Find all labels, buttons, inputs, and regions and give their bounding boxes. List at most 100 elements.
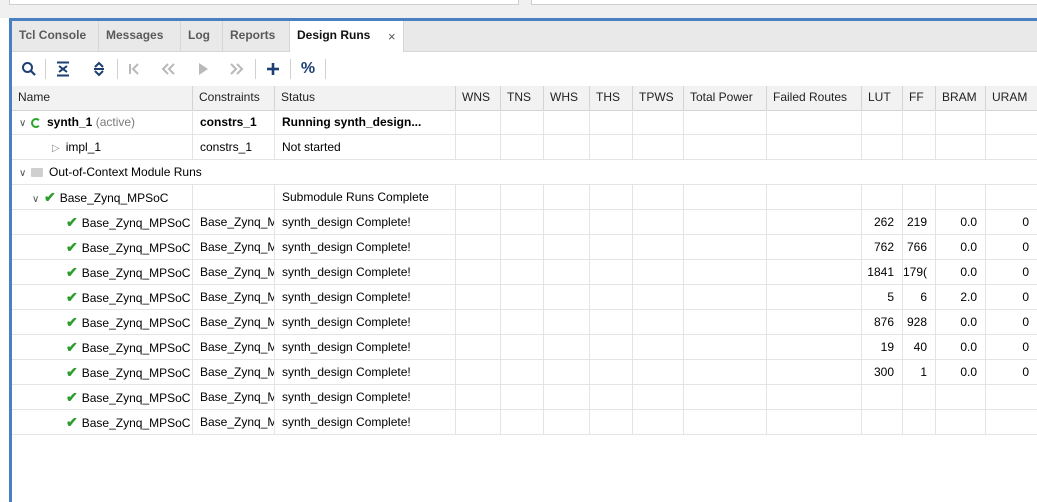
table-row-sub-run[interactable]: ✔ Base_Zynq_MPSoC Base_Zynq_M synth_design … xyxy=(12,335,1037,360)
column-header-whs[interactable]: WHS xyxy=(544,86,590,110)
ths-cell xyxy=(590,335,633,359)
ths-cell xyxy=(590,185,633,209)
whs-cell xyxy=(544,310,590,334)
table-row-sub-run[interactable]: ✔ Base_Zynq_MPSoC Base_Zynq_M synth_design … xyxy=(12,360,1037,385)
percent-icon[interactable]: % xyxy=(297,58,319,80)
column-header-lut[interactable]: LUT xyxy=(862,86,903,110)
collapse-all-icon[interactable] xyxy=(52,58,74,80)
ff-cell xyxy=(903,410,936,434)
tns-cell xyxy=(501,360,544,384)
run-name: Base_Zynq_MPSoC xyxy=(81,416,191,430)
failed-routes-cell xyxy=(767,135,862,159)
tab-log[interactable]: Log xyxy=(181,21,223,51)
ff-cell: 6 xyxy=(903,285,936,309)
lut-cell: 876 xyxy=(862,310,903,334)
table-row-sub-run[interactable]: ✔ Base_Zynq_MPSoC Base_Zynq_M synth_design … xyxy=(12,285,1037,310)
failed-routes-cell xyxy=(767,285,862,309)
table-row-sub-run[interactable]: ✔ Base_Zynq_MPSoC Base_Zynq_M synth_design … xyxy=(12,385,1037,410)
uram-cell xyxy=(986,110,1037,134)
bram-cell xyxy=(936,185,986,209)
column-header-wns[interactable]: WNS xyxy=(456,86,501,110)
column-header-constraints[interactable]: Constraints xyxy=(193,86,275,110)
expand-all-icon[interactable] xyxy=(88,58,110,80)
first-icon[interactable] xyxy=(123,58,145,80)
tab-messages[interactable]: Messages xyxy=(99,21,181,51)
total-power-cell xyxy=(684,285,767,309)
bram-cell: 0.0 xyxy=(936,235,986,259)
ths-cell xyxy=(590,135,633,159)
column-header-name[interactable]: Name xyxy=(12,86,193,110)
chevron-down-icon[interactable]: ∨ xyxy=(19,112,31,134)
table-row-parent[interactable]: ∨ ✔ Base_Zynq_MPSoC Submodule Runs Complet… xyxy=(12,185,1037,210)
column-header-ths[interactable]: THS xyxy=(590,86,633,110)
uram-cell: 0 xyxy=(1022,340,1029,354)
bram-cell: 2.0 xyxy=(936,285,986,309)
bram-cell: 0.0 xyxy=(936,260,986,284)
column-header-tpws[interactable]: TPWS xyxy=(633,86,684,110)
close-tab-icon[interactable]: × xyxy=(388,29,396,44)
previous-icon[interactable] xyxy=(157,58,179,80)
play-icon: ▷ xyxy=(52,143,60,154)
tab-tcl-console[interactable]: Tcl Console xyxy=(12,21,99,51)
column-header-ff[interactable]: FF xyxy=(903,86,936,110)
tns-cell xyxy=(501,260,544,284)
tab-design-runs[interactable]: Design Runs xyxy=(290,21,404,52)
constraints-cell: Base_Zynq_M xyxy=(193,310,275,334)
run-name: Base_Zynq_MPSoC xyxy=(81,366,191,380)
run-name: Base_Zynq_MPSoC xyxy=(81,316,191,330)
check-icon: ✔ xyxy=(66,239,78,255)
toolbar-separator xyxy=(255,59,256,79)
search-icon[interactable] xyxy=(18,58,40,80)
lut-cell: 1841 xyxy=(862,260,903,284)
uram-cell: 0 xyxy=(1022,240,1029,254)
toolbar-separator xyxy=(45,59,46,79)
table-row-sub-run[interactable]: ✔ Base_Zynq_MPSoC Base_Zynq_M synth_design … xyxy=(12,310,1037,335)
check-icon: ✔ xyxy=(66,214,78,230)
table-row-sub-run[interactable]: ✔ Base_Zynq_MPSoC Base_Zynq_M synth_design … xyxy=(12,260,1037,285)
total-power-cell xyxy=(684,135,767,159)
column-header-failed-routes[interactable]: Failed Routes xyxy=(767,86,862,110)
whs-cell xyxy=(544,285,590,309)
whs-cell xyxy=(544,360,590,384)
total-power-cell xyxy=(684,410,767,434)
tab-reports[interactable]: Reports xyxy=(223,21,290,51)
check-icon: ✔ xyxy=(66,364,78,380)
column-header-uram[interactable]: URAM xyxy=(986,86,1037,110)
lut-cell xyxy=(862,185,903,209)
chevron-down-icon[interactable]: ∨ xyxy=(32,188,44,209)
failed-routes-cell xyxy=(767,410,862,434)
tns-cell xyxy=(501,335,544,359)
table-row-sub-run[interactable]: ✔ Base_Zynq_MPSoC Base_Zynq_M synth_design … xyxy=(12,410,1037,435)
upper-left-panel xyxy=(9,0,519,5)
column-header-total-power[interactable]: Total Power xyxy=(684,86,767,110)
ff-cell: 40 xyxy=(903,335,936,359)
uram-cell: 0 xyxy=(1022,215,1029,229)
table-row-sub-run[interactable]: ✔ Base_Zynq_MPSoC Base_Zynq_M synth_design … xyxy=(12,235,1037,260)
tns-cell xyxy=(501,410,544,434)
uram-cell: 0 xyxy=(1022,290,1029,304)
name-cell: ∨ ✔ Base_Zynq_MPSoC xyxy=(12,185,193,209)
column-header-tns[interactable]: TNS xyxy=(501,86,544,110)
whs-cell xyxy=(544,135,590,159)
column-header-status[interactable]: Status xyxy=(275,86,456,110)
run-name: Base_Zynq_MPSoC xyxy=(81,266,191,280)
table-row-sub-run[interactable]: ✔ Base_Zynq_MPSoC Base_Zynq_M synth_design … xyxy=(12,210,1037,235)
status-cell: synth_design Complete! xyxy=(275,410,456,434)
whs-cell xyxy=(544,185,590,209)
bram-cell xyxy=(936,110,986,134)
table-row-synth-1[interactable]: ∨ synth_1 (active) constrs_1 Running synt… xyxy=(12,110,1037,135)
wns-cell xyxy=(456,335,501,359)
table-row-impl-1[interactable]: ▷ impl_1 constrs_1 Not started xyxy=(12,135,1037,160)
ths-cell xyxy=(590,360,633,384)
column-header-bram[interactable]: BRAM xyxy=(936,86,986,110)
next-icon[interactable] xyxy=(192,58,214,80)
whs-cell xyxy=(544,335,590,359)
name-cell: ✔ Base_Zynq_MPSoC xyxy=(12,385,193,409)
add-icon[interactable] xyxy=(262,58,284,80)
last-icon[interactable] xyxy=(226,58,248,80)
tns-cell xyxy=(501,210,544,234)
chevron-down-icon[interactable]: ∨ xyxy=(19,162,31,184)
tpws-cell xyxy=(633,310,684,334)
tpws-cell xyxy=(633,235,684,259)
table-row-ooc-group[interactable]: ∨ Out-of-Context Module Runs xyxy=(12,160,1037,185)
